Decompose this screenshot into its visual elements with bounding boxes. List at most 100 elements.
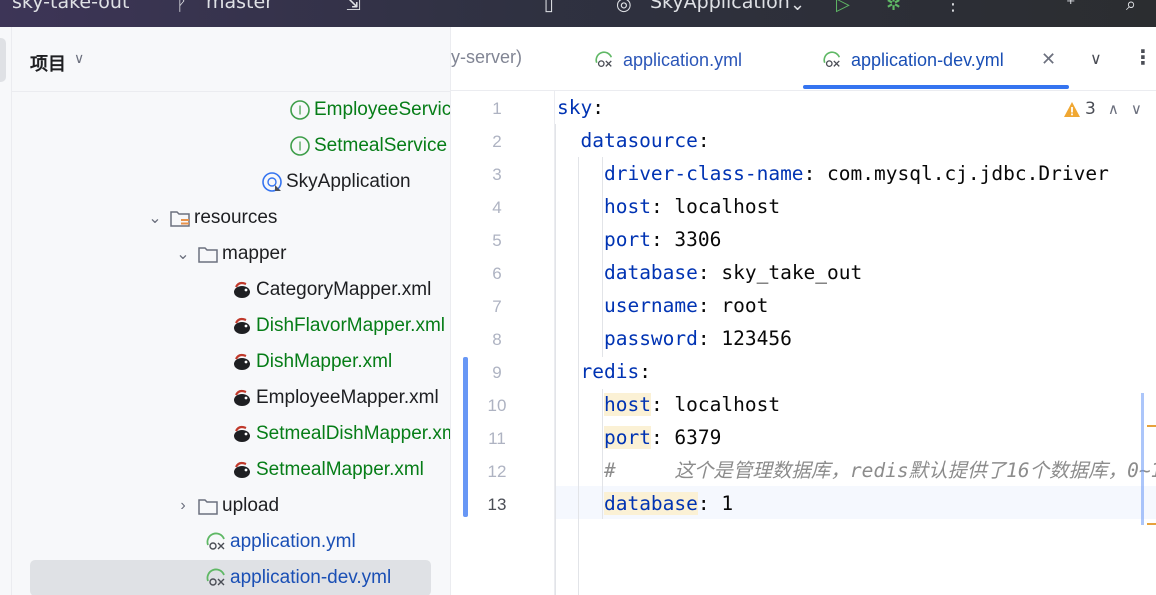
spring-boot-icon: ◎ — [616, 0, 632, 15]
scrollbar-warning-marker[interactable] — [1147, 523, 1156, 525]
inspection-widget[interactable]: 3 ∧ ∨ — [1063, 99, 1142, 119]
tree-item-label: DishMapper.xml — [256, 351, 393, 372]
code-line[interactable]: host: localhost — [557, 388, 780, 421]
tree-item-setmeal-mapper[interactable]: SetmealMapper.xml — [228, 452, 424, 488]
line-number: 4 — [492, 198, 502, 217]
code-line[interactable]: driver-class-name: com.mysql.cj.jdbc.Dri… — [557, 157, 1109, 190]
tab-application-yml[interactable]: application.yml — [593, 47, 742, 73]
line-number: 7 — [492, 297, 502, 316]
line-number: 11 — [488, 429, 506, 448]
tree-item-label: mapper — [222, 243, 287, 264]
tree-item-application-yml[interactable]: application.yml — [202, 524, 356, 560]
code-line[interactable]: sky: — [557, 91, 604, 124]
spring-yaml-icon — [593, 49, 619, 71]
title-bar: sky-take-out ᚹ master ⇲ ▯ ◎ SkyApplicati… — [0, 0, 1156, 27]
code-line[interactable]: redis: — [557, 355, 650, 388]
mybatis-xml-icon — [228, 386, 256, 410]
mybatis-xml-icon — [228, 350, 256, 374]
interface-icon: I — [286, 98, 314, 122]
code-line-comment[interactable]: # 这个是管理数据库，redis默认提供了16个数据库，0~15 — [557, 454, 1156, 487]
line-number-gutter: 1 2 3 4 5 6 7 8 9 10 11 12 13 — [451, 91, 555, 595]
commit-icon[interactable]: ⇲ — [346, 0, 361, 15]
chevron-up-icon[interactable]: ∧ — [1108, 100, 1119, 118]
code-line[interactable]: port: 3306 — [557, 223, 721, 256]
warnings-count: 3 — [1085, 99, 1096, 119]
tree-item-setmeal-dish-mapper[interactable]: SetmealDishMapper.xml — [228, 416, 450, 452]
scrollbar-warning-marker[interactable] — [1147, 425, 1156, 427]
folder-icon — [194, 242, 222, 266]
tree-item-upload[interactable]: › upload — [172, 488, 279, 524]
warning-icon — [1064, 101, 1080, 117]
close-icon[interactable]: ✕ — [1041, 49, 1056, 70]
tree-item-employee-mapper[interactable]: EmployeeMapper.xml — [228, 380, 439, 416]
folder-icon — [194, 494, 222, 518]
chevron-down-icon[interactable]: ∨ — [74, 51, 84, 67]
tree-item-employee-service[interactable]: I EmployeeService — [286, 92, 450, 128]
vcs-branch-icon: ᚹ — [176, 0, 187, 15]
tree-item-dish-mapper[interactable]: DishMapper.xml — [228, 344, 392, 380]
line-number: 3 — [492, 165, 502, 184]
spring-yaml-icon — [202, 566, 230, 590]
code-line[interactable]: host: localhost — [557, 190, 780, 223]
branch-name[interactable]: master — [206, 0, 273, 13]
code-line[interactable]: password: 123456 — [557, 322, 792, 355]
project-panel: 项目 ∨ I EmployeeService I SetmealService … — [12, 27, 450, 595]
code-line[interactable]: username: root — [557, 289, 768, 322]
line-number: 10 — [487, 396, 507, 415]
editor-tabs: y-server) application.yml application-de… — [451, 27, 1156, 91]
run-icon[interactable]: ▷ — [836, 0, 850, 15]
tree-item-sky-application[interactable]: SkyApplication — [258, 164, 411, 200]
code-line[interactable]: port: 6379 — [557, 421, 721, 454]
tab-truncated[interactable]: y-server) — [451, 47, 522, 68]
line-number: 1 — [492, 99, 502, 118]
chevron-down-icon[interactable]: ⌄ — [144, 208, 166, 228]
mybatis-xml-icon — [228, 314, 256, 338]
tree-item-resources[interactable]: ⌄ resources — [144, 200, 277, 236]
tree-item-category-mapper[interactable]: CategoryMapper.xml — [228, 272, 431, 308]
tree-item-application-dev-yml[interactable]: application-dev.yml — [30, 560, 431, 595]
line-number: 5 — [492, 231, 502, 250]
code-line[interactable]: database: sky_take_out — [557, 256, 862, 289]
svg-text:I: I — [298, 104, 302, 118]
code-line[interactable]: datasource: — [557, 124, 709, 157]
tree-item-label: DishFlavorMapper.xml — [256, 315, 445, 336]
debug-icon[interactable]: ✲ — [886, 0, 901, 15]
tree-item-mapper[interactable]: ⌄ mapper — [172, 236, 286, 272]
tree-item-setmeal-service[interactable]: I SetmealService — [286, 128, 447, 164]
line-number: 13 — [487, 495, 507, 514]
chevron-down-icon[interactable]: ∨ — [1090, 49, 1102, 68]
project-panel-title[interactable]: 项目 — [30, 50, 66, 76]
project-panel-header: 项目 ∨ — [12, 27, 450, 91]
scrollbar-change-marker[interactable] — [1141, 393, 1144, 525]
chevron-down-icon[interactable]: ∨ — [1131, 100, 1142, 118]
spring-yaml-icon — [202, 530, 230, 554]
chevron-right-icon[interactable]: › — [172, 497, 194, 515]
add-user-icon[interactable]: ⁺ — [1066, 0, 1076, 15]
indent-guide — [555, 124, 556, 595]
search-icon[interactable]: ⌕ — [1126, 0, 1136, 15]
tab-label: application-dev.yml — [851, 49, 1004, 70]
mybatis-xml-icon — [228, 278, 256, 302]
tree-item-label: SkyApplication — [286, 171, 411, 192]
tree-item-label: CategoryMapper.xml — [256, 279, 432, 300]
chevron-down-icon[interactable]: ⌄ — [790, 0, 805, 15]
svg-text:I: I — [298, 140, 302, 154]
tree-item-label: application-dev.yml — [230, 567, 392, 588]
vcs-change-marker[interactable] — [463, 357, 468, 517]
project-name[interactable]: sky-take-out — [12, 0, 129, 13]
device-icon[interactable]: ▯ — [544, 0, 554, 15]
tree-item-dish-flavor-mapper[interactable]: DishFlavorMapper.xml — [228, 308, 445, 344]
line-number: 12 — [487, 462, 507, 481]
code-line-current[interactable]: database: 1 — [557, 487, 733, 520]
tab-application-dev-yml[interactable]: application-dev.yml — [821, 47, 1004, 73]
interface-icon: I — [286, 134, 314, 158]
tree-item-label: SetmealMapper.xml — [256, 459, 424, 480]
mybatis-xml-icon — [228, 458, 256, 482]
chevron-down-icon[interactable]: ⌄ — [172, 244, 194, 264]
more-icon[interactable]: ⋮ — [1133, 45, 1153, 69]
active-tab-indicator — [803, 85, 1069, 89]
resources-folder-icon — [166, 206, 194, 230]
tree-item-label: EmployeeService — [314, 99, 450, 120]
run-config-name[interactable]: SkyApplication — [650, 0, 790, 13]
more-icon[interactable]: ⋮ — [944, 0, 962, 15]
